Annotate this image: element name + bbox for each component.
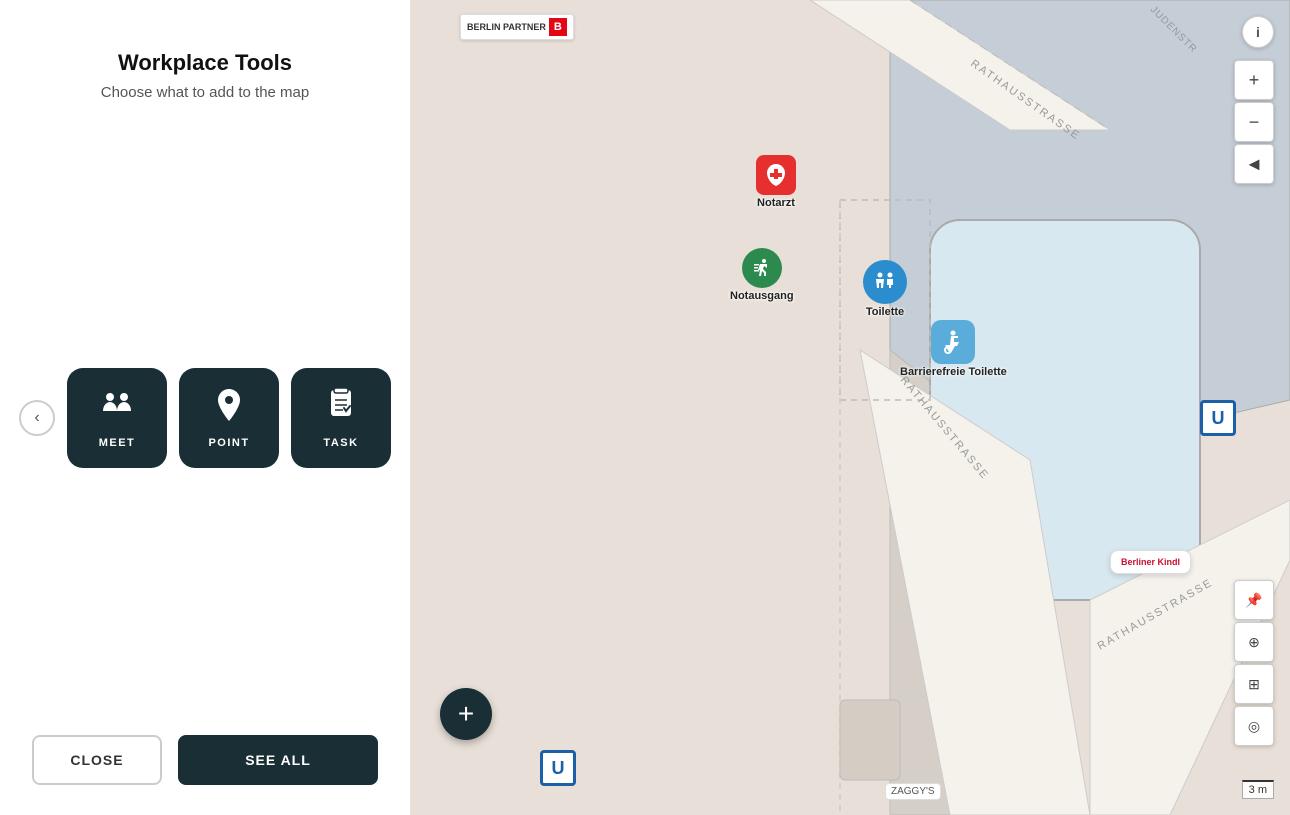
map-pin-button[interactable]: 📌: [1234, 580, 1274, 620]
ubahn-marker-2[interactable]: U: [540, 750, 576, 786]
tool-point[interactable]: POINT: [179, 368, 279, 468]
info-button[interactable]: i: [1242, 16, 1274, 48]
left-panel: Workplace Tools Choose what to add to th…: [0, 0, 410, 815]
prev-arrow-button[interactable]: ‹: [19, 400, 55, 436]
ubahn-marker-1[interactable]: U: [1200, 400, 1236, 436]
map-ruler-button[interactable]: ⊕: [1234, 622, 1274, 662]
task-label: TASK: [323, 437, 358, 449]
marker-notarzt[interactable]: Notarzt: [756, 155, 796, 209]
meet-label: MEET: [99, 437, 136, 449]
bottom-buttons: CLOSE SEE ALL: [20, 735, 390, 785]
marker-toilette[interactable]: Toilette: [863, 260, 907, 318]
reset-bearing-button[interactable]: ◄: [1234, 144, 1274, 184]
tools-area: ‹ MEET POINT: [20, 368, 390, 468]
berliner-kindl-badge: Berliner Kindl: [1110, 550, 1191, 574]
panel-header: Workplace Tools Choose what to add to th…: [101, 40, 309, 101]
b-badge: B: [549, 18, 567, 36]
see-all-button[interactable]: SEE ALL: [178, 735, 378, 785]
notausgang-label: Notausgang: [730, 290, 794, 302]
map-canvas: RATHAUSSTRASSE JUDENSTR RATHAUSSTRASSE R…: [410, 0, 1290, 815]
zoom-in-button[interactable]: +: [1234, 60, 1274, 100]
map-area[interactable]: RATHAUSSTRASSE JUDENSTR RATHAUSSTRASSE R…: [410, 0, 1290, 815]
map-location-button[interactable]: ◎: [1234, 706, 1274, 746]
add-button[interactable]: +: [440, 688, 492, 740]
berlin-partner-badge: BERLIN PARTNER B: [460, 14, 574, 40]
zoom-out-button[interactable]: −: [1234, 102, 1274, 142]
marker-barrierefreie-toilette[interactable]: Barrierefreie Toilette: [900, 320, 1007, 378]
meet-icon: [99, 387, 135, 429]
tool-meet[interactable]: MEET: [67, 368, 167, 468]
point-label: POINT: [208, 437, 249, 449]
task-icon: [323, 387, 359, 429]
barrierefreie-toilette-label: Barrierefreie Toilette: [900, 366, 1007, 378]
panel-title: Workplace Tools: [101, 50, 309, 76]
point-icon: [211, 387, 247, 429]
panel-subtitle: Choose what to add to the map: [101, 84, 309, 101]
map-layers-button[interactable]: ⊞: [1234, 664, 1274, 704]
zoom-controls: + − ◄: [1234, 60, 1274, 184]
close-button[interactable]: CLOSE: [32, 735, 162, 785]
tool-task[interactable]: TASK: [291, 368, 391, 468]
notarzt-label: Notarzt: [757, 197, 795, 209]
marker-notausgang[interactable]: Notausgang: [730, 248, 794, 302]
zaggys-label: ZAGGY'S: [885, 783, 941, 800]
toilette-label: Toilette: [866, 306, 904, 318]
scale-bar: 3 m: [1242, 780, 1274, 799]
extra-controls: 📌 ⊕ ⊞ ◎: [1234, 580, 1274, 746]
